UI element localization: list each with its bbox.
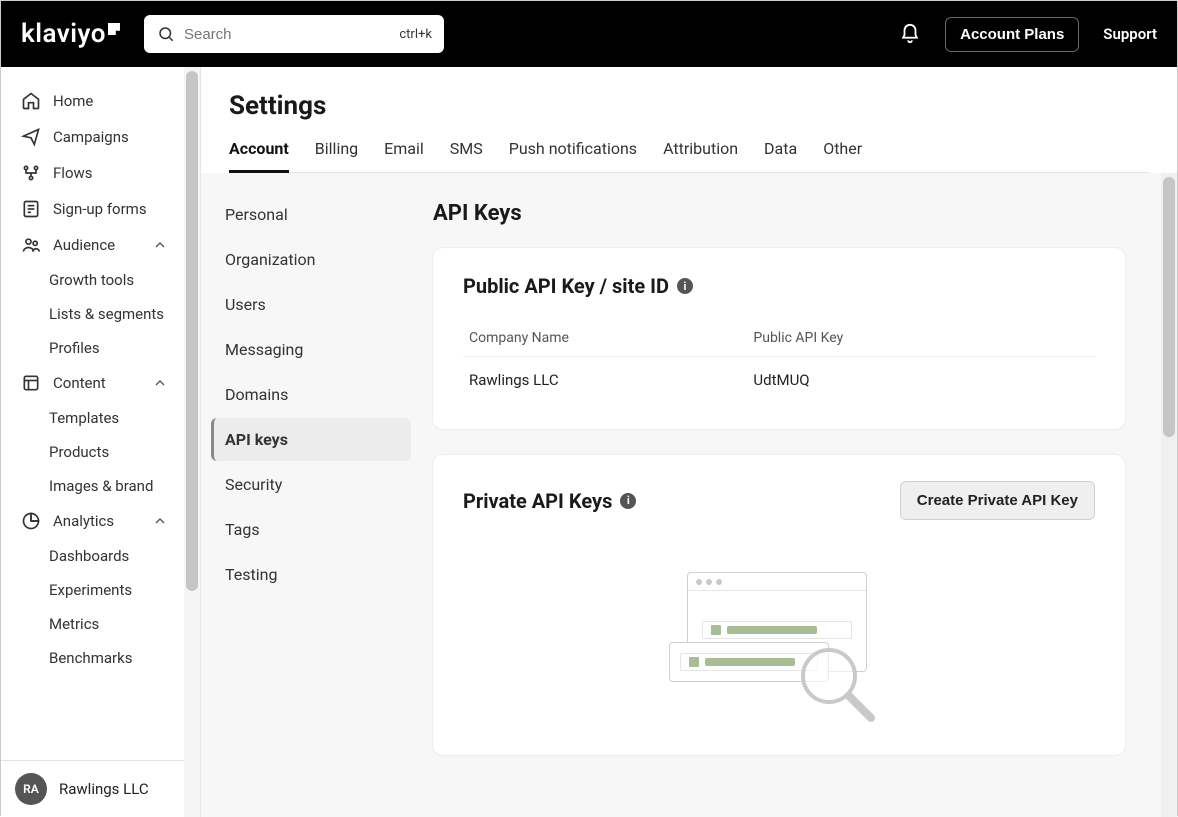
support-link[interactable]: Support — [1103, 25, 1157, 43]
subnav-users[interactable]: Users — [211, 283, 411, 326]
tab-data[interactable]: Data — [764, 139, 797, 172]
nav-templates[interactable]: Templates — [41, 401, 176, 435]
subnav-api-keys[interactable]: API keys — [211, 418, 411, 461]
nav-label: Content — [53, 374, 106, 392]
nav-label: Home — [53, 92, 93, 110]
chevron-up-icon — [152, 375, 168, 391]
nav-lists-segments[interactable]: Lists & segments — [41, 297, 176, 331]
tab-sms[interactable]: SMS — [450, 139, 483, 172]
chevron-up-icon — [152, 513, 168, 529]
notifications-icon[interactable] — [899, 23, 921, 45]
table-row: Rawlings LLC UdtMUQ — [463, 357, 1095, 404]
nav-dashboards[interactable]: Dashboards — [41, 539, 176, 573]
account-name: Rawlings LLC — [59, 780, 149, 798]
nav-label: Campaigns — [53, 128, 129, 146]
settings-tabs: Account Billing Email SMS Push notificat… — [229, 139, 1149, 173]
nav-audience[interactable]: Audience — [13, 227, 176, 263]
info-icon[interactable]: i — [620, 493, 636, 509]
nav-benchmarks[interactable]: Benchmarks — [41, 641, 176, 675]
avatar: RA — [15, 773, 47, 805]
tab-other[interactable]: Other — [823, 139, 862, 172]
audience-icon — [21, 235, 41, 255]
nav-growth-tools[interactable]: Growth tools — [41, 263, 176, 297]
magnifier-icon — [797, 644, 877, 724]
cell-company: Rawlings LLC — [463, 357, 747, 404]
subnav-security[interactable]: Security — [211, 463, 411, 506]
tab-account[interactable]: Account — [229, 139, 289, 173]
sidebar-scrollbar[interactable] — [184, 67, 200, 817]
subnav-tags[interactable]: Tags — [211, 508, 411, 551]
tab-email[interactable]: Email — [384, 139, 424, 172]
sidebar: Home Campaigns Flows Sign-up forms Audie… — [1, 67, 201, 817]
account-plans-button[interactable]: Account Plans — [945, 17, 1079, 52]
cell-public-key: UdtMUQ — [747, 357, 1095, 404]
form-icon — [21, 199, 41, 219]
nav-analytics[interactable]: Analytics — [13, 503, 176, 539]
chevron-up-icon — [152, 237, 168, 253]
subnav-testing[interactable]: Testing — [211, 553, 411, 596]
account-subnav: Personal Organization Users Messaging Do… — [201, 173, 421, 817]
account-switcher[interactable]: RA Rawlings LLC — [1, 760, 200, 817]
subnav-personal[interactable]: Personal — [211, 193, 411, 236]
nav-products[interactable]: Products — [41, 435, 176, 469]
content-scrollbar[interactable] — [1161, 173, 1177, 817]
tab-attribution[interactable]: Attribution — [663, 139, 738, 172]
create-private-key-button[interactable]: Create Private API Key — [900, 481, 1095, 520]
nav-images-brand[interactable]: Images & brand — [41, 469, 176, 503]
subnav-domains[interactable]: Domains — [211, 373, 411, 416]
subnav-messaging[interactable]: Messaging — [211, 328, 411, 371]
analytics-icon — [21, 511, 41, 531]
nav-campaigns[interactable]: Campaigns — [13, 119, 176, 155]
logo[interactable]: klaviyo — [21, 19, 120, 49]
public-api-card: Public API Key / site ID i Company Name … — [433, 248, 1125, 429]
search-input[interactable] — [184, 26, 391, 43]
nav-label: Flows — [53, 164, 93, 182]
tab-push[interactable]: Push notifications — [509, 139, 637, 172]
col-company: Company Name — [463, 320, 747, 357]
public-api-title: Public API Key / site ID — [463, 274, 669, 298]
private-api-card: Private API Keys i Create Private API Ke… — [433, 455, 1125, 755]
nav-metrics[interactable]: Metrics — [41, 607, 176, 641]
info-icon[interactable]: i — [677, 278, 693, 294]
content-icon — [21, 373, 41, 393]
section-heading: API Keys — [433, 201, 1125, 226]
subnav-organization[interactable]: Organization — [211, 238, 411, 281]
page-title: Settings — [229, 91, 1149, 121]
nav-content[interactable]: Content — [13, 365, 176, 401]
search-shortcut: ctrl+k — [399, 27, 432, 42]
search-icon — [156, 24, 176, 44]
nav-label: Analytics — [53, 512, 114, 530]
tab-billing[interactable]: Billing — [315, 139, 358, 172]
nav-experiments[interactable]: Experiments — [41, 573, 176, 607]
col-public-key: Public API Key — [747, 320, 1095, 357]
empty-state-illustration — [463, 542, 1095, 722]
search-box[interactable]: ctrl+k — [144, 15, 444, 53]
nav-signup-forms[interactable]: Sign-up forms — [13, 191, 176, 227]
home-icon — [21, 91, 41, 111]
logo-mark-icon — [108, 23, 120, 35]
nav-profiles[interactable]: Profiles — [41, 331, 176, 365]
send-icon — [21, 127, 41, 147]
private-api-title: Private API Keys — [463, 489, 612, 513]
flows-icon — [21, 163, 41, 183]
nav-flows[interactable]: Flows — [13, 155, 176, 191]
nav-label: Audience — [53, 236, 115, 254]
nav-label: Sign-up forms — [53, 200, 147, 218]
nav-home[interactable]: Home — [13, 83, 176, 119]
